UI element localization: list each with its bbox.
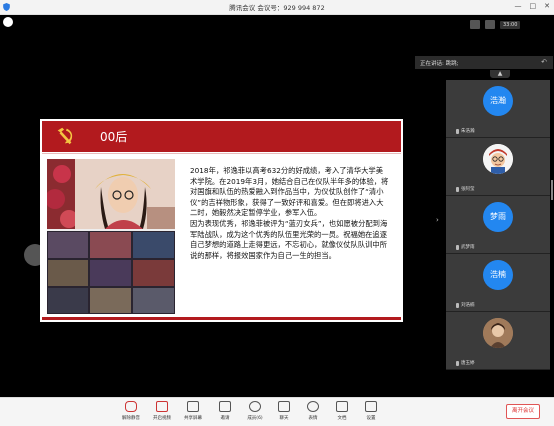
participant-name: 唐玉婷 bbox=[461, 361, 475, 366]
avatar: 梦雨 bbox=[483, 202, 513, 232]
slide-title: 00后 bbox=[100, 130, 128, 144]
emoji-icon bbox=[307, 401, 319, 412]
mic-muted-icon bbox=[456, 244, 459, 250]
slide-paragraph: 2018年，祁逸菲以高考632分的好成绩，考入了清华大学美术学院。在2019年3… bbox=[190, 166, 389, 218]
avatar bbox=[483, 318, 513, 348]
collapse-panel-button[interactable]: ▲ bbox=[490, 70, 510, 78]
title-bar: 腾讯会议 会议号：929 994 872 — □ ✕ bbox=[0, 0, 554, 15]
slide-body: 2018年，祁逸菲以高考632分的好成绩，考入了清华大学美术学院。在2019年3… bbox=[190, 166, 390, 261]
scrollbar[interactable] bbox=[551, 180, 553, 200]
expand-panel-icon[interactable]: › bbox=[436, 216, 439, 224]
unmute-button[interactable]: 解除静音 bbox=[119, 401, 143, 423]
chat-icon bbox=[278, 401, 290, 412]
mic-muted-icon bbox=[456, 128, 459, 134]
minimize-button[interactable]: — bbox=[515, 2, 522, 10]
avatar: 浩楠 bbox=[483, 260, 513, 290]
emoji-button[interactable]: 表情 bbox=[301, 401, 325, 423]
participant-tile[interactable]: 浩瀚 朱浩瀚 bbox=[446, 80, 550, 138]
participant-tile[interactable]: 梦雨 武梦雨 bbox=[446, 196, 550, 254]
document-button[interactable]: 文档 bbox=[330, 401, 354, 423]
speaking-label: 正在讲话: 跳跳; bbox=[420, 61, 459, 67]
portrait-photo bbox=[47, 159, 175, 229]
start-video-button[interactable]: 开启视频 bbox=[150, 401, 174, 423]
members-icon bbox=[249, 401, 261, 412]
chat-button[interactable]: 聊天 bbox=[272, 401, 296, 423]
meeting-timer: 33:00 bbox=[500, 20, 521, 29]
cartoon-avatar-icon bbox=[483, 144, 513, 174]
participant-tile[interactable]: 浩楠 刘浩楠 bbox=[446, 254, 550, 312]
fullscreen-icon[interactable] bbox=[485, 20, 495, 29]
invite-button[interactable]: 邀请 bbox=[213, 401, 237, 423]
settings-button[interactable]: 设置 bbox=[359, 401, 383, 423]
undo-icon[interactable]: ↶ bbox=[539, 58, 549, 66]
participant-name: 朱浩瀚 bbox=[461, 129, 475, 134]
divider bbox=[42, 153, 401, 154]
slide-paragraph: 因为表现优秀，祁逸菲被评为“蓝刃女兵”，也如愿被分配到海军陆战队，成为这个优秀的… bbox=[190, 218, 388, 260]
maximize-button[interactable]: □ bbox=[530, 2, 537, 10]
mic-muted-icon bbox=[456, 360, 459, 366]
back-icon[interactable] bbox=[3, 17, 13, 27]
shared-slide: 00后 2018年，祁逸菲以高考632分的好成绩，考入了清华大学美术学院。在20… bbox=[40, 119, 403, 322]
slide-image bbox=[47, 159, 175, 314]
share-screen-button[interactable]: 共享屏幕 bbox=[181, 401, 205, 423]
slide-header: 00后 bbox=[42, 121, 401, 152]
hammer-sickle-icon bbox=[57, 127, 73, 145]
camera-icon bbox=[156, 401, 168, 412]
mic-muted-icon bbox=[456, 186, 459, 192]
participant-tile[interactable]: 张阿莹 bbox=[446, 138, 550, 196]
close-button[interactable]: ✕ bbox=[544, 2, 550, 10]
slide-footer-bar bbox=[42, 317, 401, 320]
grid-view-icon[interactable] bbox=[470, 20, 480, 29]
window-title: 腾讯会议 会议号：929 994 872 bbox=[229, 4, 325, 12]
meeting-toolbar: 解除静音 开启视频 共享屏幕 邀请 成员(6) 聊天 表情 文档 设置 离开会议 bbox=[0, 397, 554, 426]
mic-icon bbox=[125, 401, 137, 412]
photo-collage bbox=[47, 231, 175, 314]
avatar bbox=[483, 144, 513, 174]
settings-icon bbox=[365, 401, 377, 412]
participant-name: 刘浩楠 bbox=[461, 303, 475, 308]
speaking-indicator: 正在讲话: 跳跳; ↶ bbox=[415, 56, 553, 69]
members-button[interactable]: 成员(6) bbox=[243, 401, 267, 423]
leave-meeting-button[interactable]: 离开会议 bbox=[506, 404, 540, 419]
photo-avatar-icon bbox=[483, 318, 513, 348]
invite-icon bbox=[219, 401, 231, 412]
avatar: 浩瀚 bbox=[483, 86, 513, 116]
participant-tile[interactable]: 唐玉婷 bbox=[446, 312, 550, 370]
mic-muted-icon bbox=[456, 302, 459, 308]
document-icon bbox=[336, 401, 348, 412]
screen-share-icon bbox=[187, 401, 199, 412]
participant-name: 武梦雨 bbox=[461, 245, 475, 250]
participant-name: 张阿莹 bbox=[461, 187, 475, 192]
